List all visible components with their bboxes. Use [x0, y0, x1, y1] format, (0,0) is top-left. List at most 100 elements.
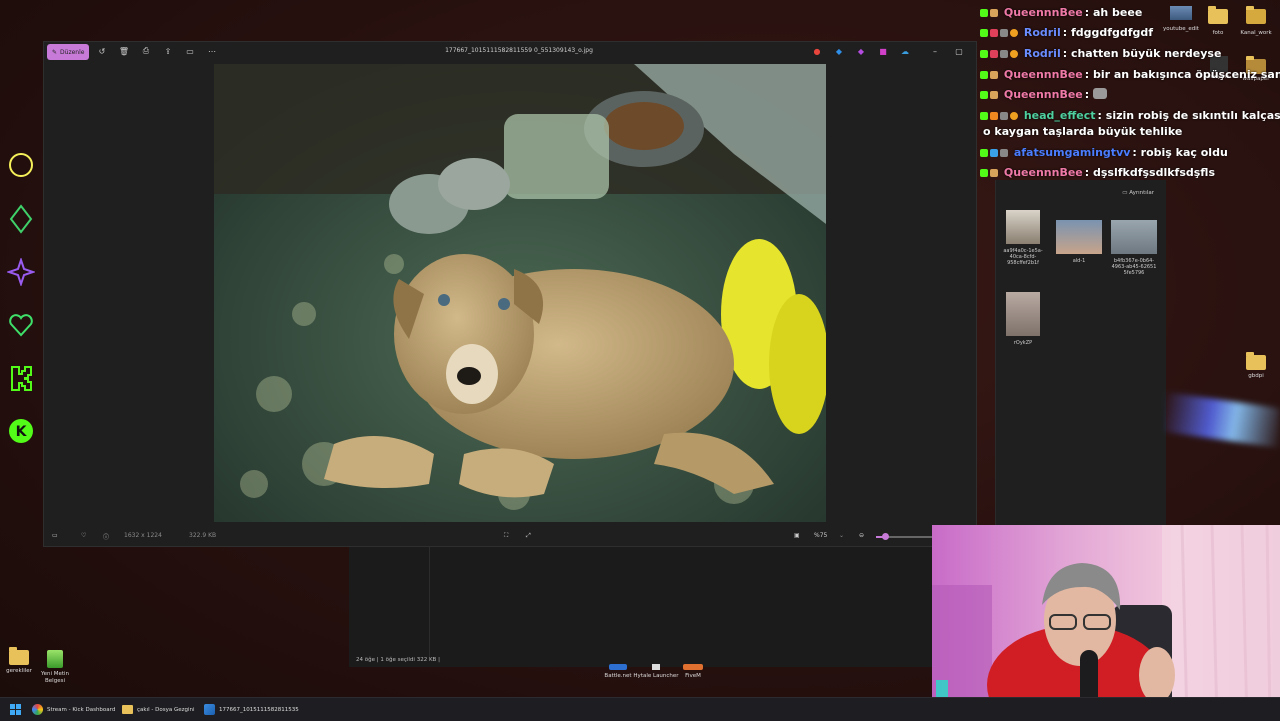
file-thumbnail	[1006, 210, 1040, 244]
folder-icon	[1246, 6, 1266, 24]
viewer-statusbar: ▭ ♡ ⓘ 1632 x 1224 322.9 KB ⛶ ⤢ ▣ %75 ⌄ ⊖	[44, 527, 976, 545]
chat-message: QueennnBee: ah beee	[980, 6, 1142, 19]
alert-badge-icon	[1010, 29, 1018, 37]
verified-badge-icon	[990, 149, 998, 157]
kick-logo-icon	[6, 363, 36, 393]
photo-viewer-window: ✎ Düzenle ↺ 🗑 ⎙ ⇪ ▭ ⋯ 177667_10151115828…	[43, 41, 977, 547]
taskbar-item-browser[interactable]: Stream - Kick Dashboard	[32, 702, 115, 717]
star-icon	[6, 257, 36, 287]
image-filesize: 322.9 KB	[189, 532, 217, 539]
file-thumb[interactable]: rOykZP	[998, 292, 1048, 346]
filmstrip-icon[interactable]: ▭	[52, 532, 58, 539]
zoom-out-icon[interactable]: ⊖	[859, 532, 864, 539]
hytale-icon	[652, 664, 660, 670]
kick-badge-icon	[980, 29, 988, 37]
file-explorer-window: 24 öğe | 1 öğe seçildi 322 KB |	[349, 547, 934, 667]
folder-icon	[122, 705, 133, 714]
file-thumb[interactable]: aa9f4a0c-1e5a-40ca-8cfd-958cffef2b1f	[998, 210, 1048, 266]
taskbar-item-photos[interactable]: 177667_1015111582811535	[204, 702, 299, 717]
desktop-icon[interactable]: Kanal_work	[1233, 6, 1279, 37]
explorer-files-panel: ▭ Ayrıntılar aa9f4a0c-1e5a-40ca-8cfd-958…	[995, 180, 1166, 525]
fit-icon[interactable]: ⛶	[504, 532, 508, 540]
chat-message: head_effect: sizin robiş de sıkıntılı ka…	[980, 109, 1280, 122]
sub-badge-icon	[990, 169, 998, 177]
chat-message: afatsumgamingtvv: robiş kaç oldu	[980, 146, 1228, 159]
desktop-icon[interactable]: gbdpi	[1233, 352, 1279, 380]
diamond-icon	[6, 204, 36, 234]
sub-badge-icon	[990, 71, 998, 79]
zoom-slider-thumb[interactable]	[882, 533, 889, 540]
kick-circle-icon: K	[6, 416, 36, 446]
details-button[interactable]: ▭ Ayrıntılar	[1122, 190, 1154, 196]
actual-size-icon[interactable]: ⤢	[526, 532, 531, 540]
chat-message: QueennnBee: bir an bakışınca öpüşceniz s…	[980, 68, 1280, 81]
explorer-divider	[429, 547, 430, 657]
minimize-icon[interactable]: –	[930, 46, 940, 56]
app-icon-2[interactable]: ◆	[834, 46, 844, 56]
view-mode-icon[interactable]: ▣	[794, 532, 800, 539]
battlenet-icon	[609, 664, 627, 670]
taskbar: Stream - Kick Dashboard çakıl - Dosya Ge…	[0, 697, 1280, 721]
windows-icon	[10, 704, 21, 715]
desktop-icon-image	[1170, 6, 1192, 20]
chat-message: Rodril: fdggdfgdfgdf	[980, 26, 1153, 39]
file-thumbnail	[1111, 220, 1157, 254]
kick-badge-icon	[980, 9, 988, 17]
file-thumb[interactable]: ald-1	[1054, 220, 1104, 264]
favorite-icon[interactable]: ♡	[81, 532, 86, 539]
sub-badge-icon	[990, 9, 998, 17]
mod-badge-icon	[1000, 112, 1008, 120]
heart-badge-icon	[990, 50, 998, 58]
chat-message: QueennnBee: dşslfkdfşsdlkfsdşfls	[980, 166, 1215, 179]
desktop-icon[interactable]: Yeni Metin Belgesi	[32, 650, 78, 685]
heart-badge-icon	[990, 29, 998, 37]
maximize-icon[interactable]: ▢	[954, 46, 964, 56]
explorer-statusbar: 24 öğe | 1 öğe seçildi 322 KB |	[356, 657, 440, 663]
gift-badge-icon	[990, 112, 998, 120]
dog-photo	[214, 64, 826, 522]
alert-badge-icon	[1010, 50, 1018, 58]
zoom-dropdown-icon[interactable]: ⌄	[839, 532, 844, 539]
kick-badge-icon	[980, 71, 988, 79]
desktop-icon[interactable]: FiveM	[670, 664, 716, 680]
zoom-slider[interactable]	[876, 533, 934, 540]
image-dimensions: 1632 x 1224	[124, 532, 162, 539]
kick-badge-icon	[980, 91, 988, 99]
fivem-icon	[683, 664, 703, 670]
app-icon-1[interactable]: ●	[812, 46, 822, 56]
kick-badge-icon	[980, 112, 988, 120]
info-icon[interactable]: ⓘ	[103, 532, 109, 541]
start-button[interactable]	[10, 702, 21, 717]
file-thumbnail	[1006, 292, 1040, 336]
file-thumb[interactable]: b4fb367e-0b64-4963-ab45-62651 5fe5796	[1109, 220, 1159, 276]
folder-icon	[1246, 352, 1266, 370]
chat-message: Rodril: chatten büyük nerdeyse	[980, 47, 1221, 60]
text-document-icon	[47, 650, 63, 668]
svg-text:K: K	[16, 424, 28, 440]
kick-badge-icon	[980, 169, 988, 177]
chat-message-continued: o kaygan taşlarda büyük tehlike	[983, 125, 1183, 138]
kick-badge-icon	[980, 50, 988, 58]
mod-badge-icon	[1000, 29, 1008, 37]
webcam-feed	[932, 525, 1280, 720]
sub-badge-icon	[990, 91, 998, 99]
browser-icon	[32, 704, 43, 715]
neon-light-streak	[1165, 391, 1280, 449]
chat-message: QueennnBee:	[980, 88, 1109, 101]
cloud-icon[interactable]: ☁	[900, 46, 910, 56]
zoom-level[interactable]: %75	[814, 532, 827, 539]
mod-badge-icon	[1000, 50, 1008, 58]
app-icon-3[interactable]: ◆	[856, 46, 866, 56]
folder-icon	[1208, 6, 1228, 24]
alert-badge-icon	[1010, 112, 1018, 120]
kick-badge-icon	[980, 149, 988, 157]
viewer-toolbar: ✎ Düzenle ↺ 🗑 ⎙ ⇪ ▭ ⋯ 177667_10151115828…	[44, 42, 976, 62]
heart-icon	[6, 310, 36, 340]
emote-icon	[1093, 88, 1107, 99]
taskbar-item-explorer[interactable]: çakıl - Dosya Gezgini	[122, 702, 195, 717]
circle-icon	[6, 150, 36, 180]
photos-icon	[204, 704, 215, 715]
item-count: 24 öğe	[356, 657, 375, 663]
viewer-filename: 177667_1015111582811559 0_551309143_o.jp…	[445, 47, 593, 54]
app-icon-4[interactable]: ■	[878, 46, 888, 56]
